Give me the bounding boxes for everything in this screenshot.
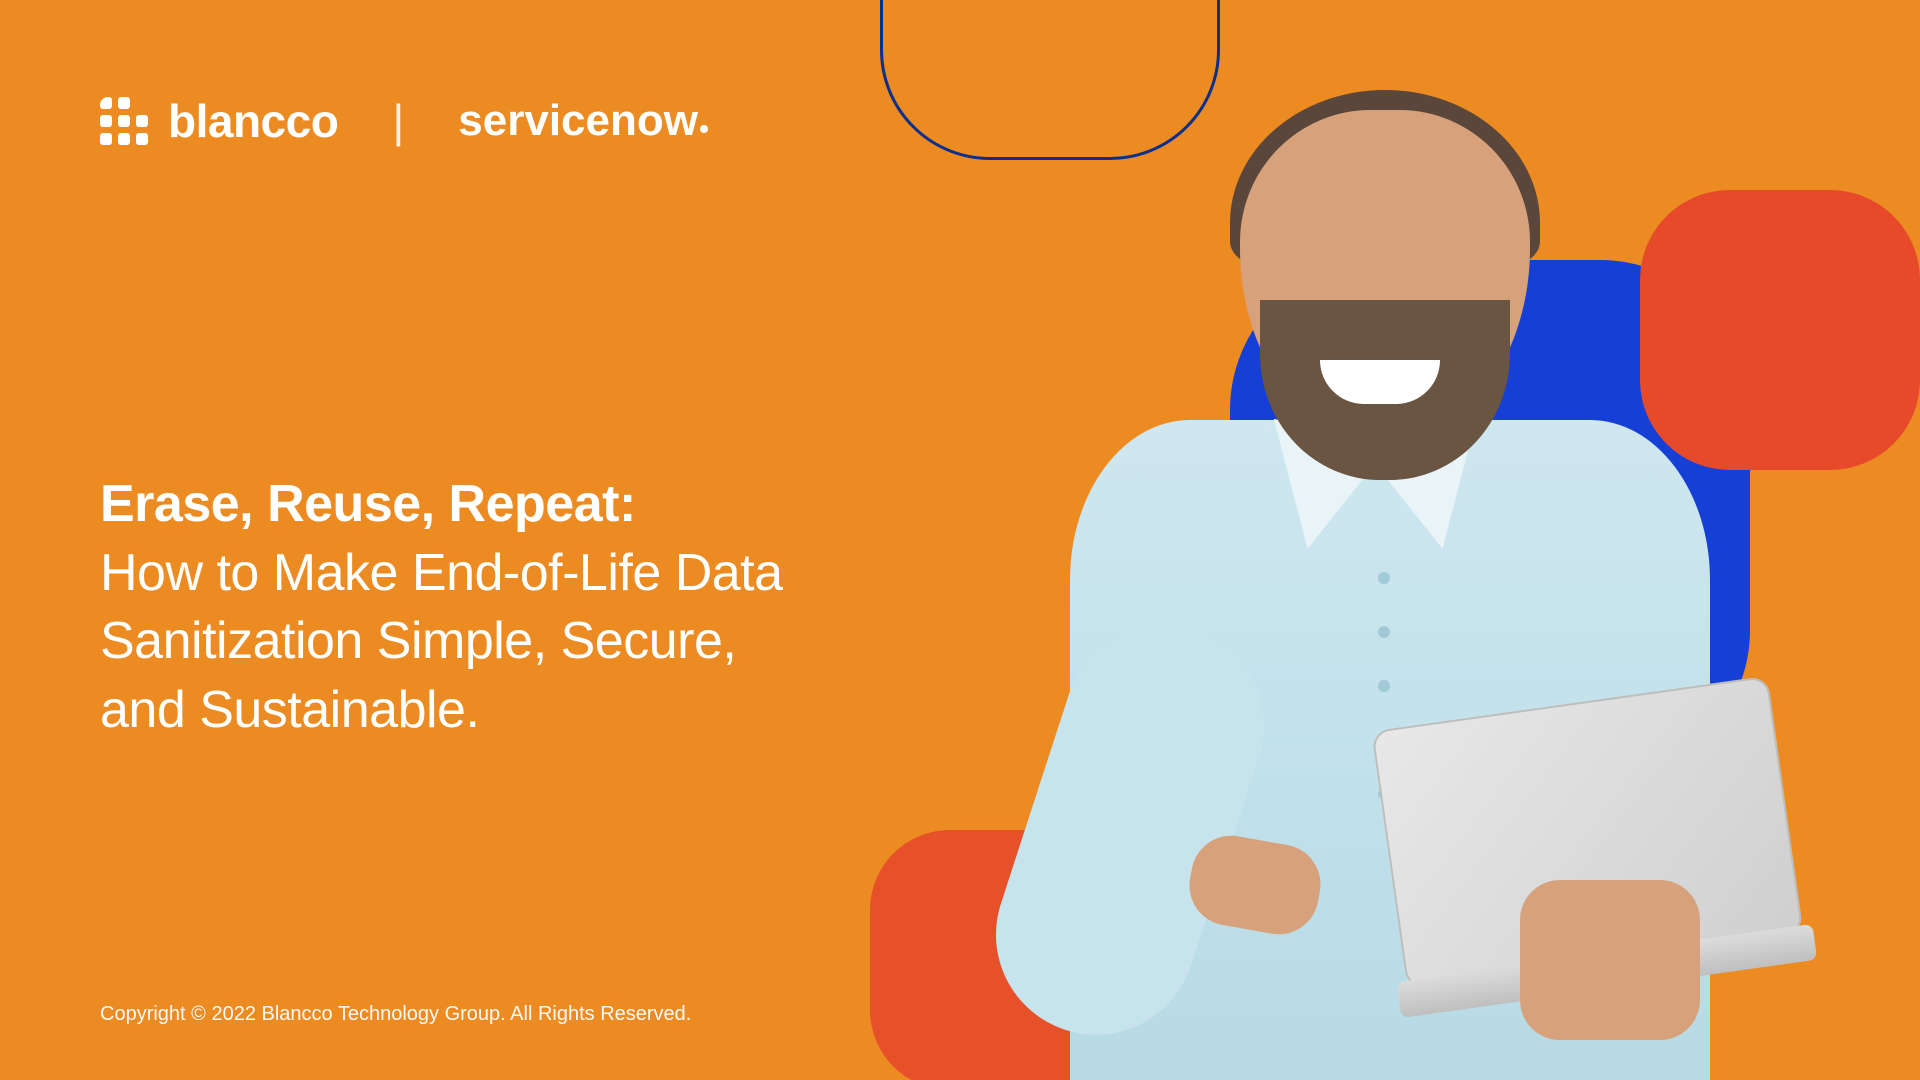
blancco-mark-icon	[100, 97, 148, 145]
blancco-logo: blancco	[100, 94, 338, 148]
servicenow-wordmark: servicenow	[458, 96, 698, 145]
hero-person-illustration	[960, 60, 1780, 1080]
title-line-3: Sanitization Simple, Secure,	[100, 612, 736, 670]
servicenow-dot-icon	[700, 125, 708, 133]
title-line-2: How to Make End-of-Life Data	[100, 544, 783, 602]
slide-cover: blancco | servicenow Erase, Reuse, Repea…	[0, 0, 1920, 1080]
title-headline: Erase, Reuse, Repeat:	[100, 470, 783, 539]
copyright-footer: Copyright © 2022 Blancco Technology Grou…	[100, 1003, 691, 1026]
title-line-4: and Sustainable.	[100, 681, 479, 739]
logo-divider: |	[392, 94, 404, 148]
slide-title: Erase, Reuse, Repeat: How to Make End-of…	[100, 470, 783, 745]
logo-row: blancco | servicenow	[100, 94, 708, 148]
blancco-wordmark: blancco	[168, 94, 338, 148]
servicenow-logo: servicenow	[458, 96, 708, 146]
